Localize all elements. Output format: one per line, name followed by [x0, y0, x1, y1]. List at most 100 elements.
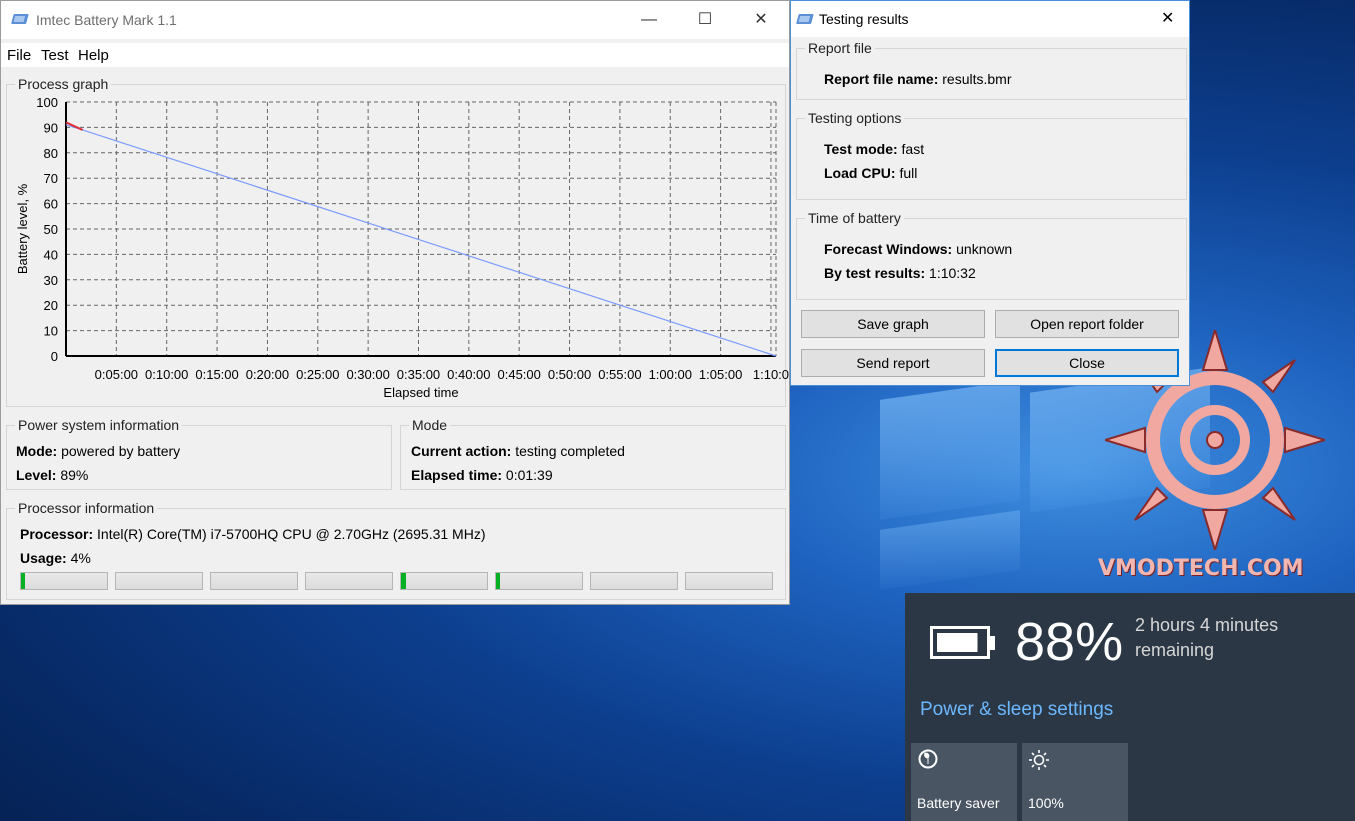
load-cpu-value: full	[899, 165, 918, 181]
y-tick-label: 60	[44, 197, 58, 212]
group-title: Power system information	[15, 417, 183, 433]
battery-icon	[930, 626, 995, 659]
x-tick-label: 1:00:00	[649, 367, 692, 382]
load-cpu-label: Load CPU:	[824, 165, 896, 181]
forecast-value: unknown	[956, 241, 1013, 257]
core-usage-bar	[305, 572, 393, 590]
y-tick-label: 90	[44, 120, 58, 135]
processor-row: Processor: Intel(R) Core(TM) i7-5700HQ C…	[20, 526, 485, 542]
core-usage-bar	[115, 572, 203, 590]
brightness-icon	[1029, 750, 1049, 770]
x-tick-label: 0:35:00	[397, 367, 440, 382]
y-tick-label: 40	[44, 247, 58, 262]
usage-row: Usage: 4%	[20, 550, 91, 566]
send-report-button[interactable]: Send report	[801, 349, 985, 377]
x-tick-label: 0:40:00	[447, 367, 490, 382]
x-tick-label: 0:25:00	[296, 367, 339, 382]
y-tick-label: 10	[44, 324, 58, 339]
power-level-label: Level:	[16, 467, 57, 483]
report-file-row: Report file name: results.bmr	[824, 71, 1011, 87]
core-usage-bar	[590, 572, 678, 590]
group-title: Time of battery	[805, 210, 904, 226]
power-mode-label: Mode:	[16, 443, 58, 459]
open-report-folder-button[interactable]: Open report folder	[995, 310, 1179, 338]
dialog-title: Testing results	[819, 11, 909, 27]
x-tick-label: 0:15:00	[195, 367, 238, 382]
core-usage-bar	[400, 572, 488, 590]
core-usage-bar	[685, 572, 773, 590]
elapsed-time-label: Elapsed time:	[411, 467, 503, 483]
core-usage-bar	[495, 572, 583, 590]
power-mode-row: Mode: powered by battery	[16, 443, 180, 459]
x-tick-label: 1:10:0	[753, 367, 789, 382]
forecast-row: Forecast Windows: unknown	[824, 241, 1012, 257]
battery-saver-label: Battery saver	[917, 795, 1000, 811]
x-axis-label: Elapsed time	[383, 385, 458, 400]
time-of-battery-group: Time of battery	[796, 210, 1187, 300]
dialog-title-bar[interactable]: Testing results ✕	[791, 1, 1189, 37]
y-tick-label: 80	[44, 146, 58, 161]
y-axis-label: Battery level, %	[15, 183, 30, 274]
test-mode-label: Test mode:	[824, 141, 898, 157]
x-tick-label: 1:05:00	[699, 367, 742, 382]
power-level-value: 89%	[60, 467, 89, 483]
leaf-icon	[918, 749, 938, 769]
processor-label: Processor:	[20, 526, 94, 542]
group-title: Report file	[805, 40, 875, 56]
dialog-close-icon[interactable]: ✕	[1161, 8, 1174, 28]
x-tick-label: 0:30:00	[346, 367, 389, 382]
core-usage-fill	[496, 573, 500, 589]
processor-value: Intel(R) Core(TM) i7-5700HQ CPU @ 2.70GH…	[97, 526, 486, 542]
testing-results-dialog: Testing results ✕ Report file Report fil…	[790, 0, 1190, 386]
watermark-text: VMODTECH.COM	[1098, 556, 1304, 581]
by-test-value: 1:10:32	[929, 265, 976, 281]
battery-mark-window: Imtec Battery Mark 1.1 — ☐ ✕ File Test H…	[0, 0, 790, 605]
by-test-label: By test results:	[824, 265, 926, 281]
core-usage-fill	[21, 573, 25, 589]
y-tick-label: 70	[44, 171, 58, 186]
core-usage-bar	[20, 572, 108, 590]
test-mode-value: fast	[901, 141, 925, 157]
power-mode-value: powered by battery	[61, 443, 181, 459]
forecast-label: Forecast Windows:	[824, 241, 953, 257]
group-title: Processor information	[15, 500, 158, 516]
load-cpu-row: Load CPU: full	[824, 165, 917, 181]
time-remaining-suffix: remaining	[1135, 640, 1215, 660]
test-mode-row: Test mode: fast	[824, 141, 924, 157]
y-tick-label: 100	[36, 95, 58, 110]
battery-level-line	[65, 124, 777, 357]
group-title: Testing options	[805, 110, 905, 126]
current-action-value: testing completed	[515, 443, 625, 459]
report-file-label: Report file name:	[824, 71, 939, 87]
brightness-label: 100%	[1028, 795, 1064, 811]
y-tick-label: 20	[44, 298, 58, 313]
y-tick-label: 50	[44, 222, 58, 237]
group-title: Mode	[409, 417, 451, 433]
x-tick-label: 0:50:00	[548, 367, 591, 382]
time-remaining: 2 hours 4 minutes	[1135, 615, 1279, 635]
windows-logo-light	[880, 380, 1020, 520]
battery-app-icon	[796, 14, 814, 24]
y-tick-label: 30	[44, 273, 58, 288]
usage-value: 4%	[70, 550, 91, 566]
battery-percent: 88%	[1015, 612, 1124, 672]
battery-saver-tile[interactable]: Battery saver	[911, 743, 1017, 821]
windows-logo-light	[880, 510, 1020, 590]
close-dialog-button[interactable]: Close	[995, 349, 1179, 377]
elapsed-time-row: Elapsed time: 0:01:39	[411, 467, 553, 483]
x-tick-label: 0:20:00	[246, 367, 289, 382]
core-usage-bar	[210, 572, 298, 590]
power-level-row: Level: 89%	[16, 467, 88, 483]
y-tick-label: 0	[51, 349, 58, 364]
save-graph-button[interactable]: Save graph	[801, 310, 985, 338]
x-tick-label: 0:05:00	[95, 367, 138, 382]
x-tick-label: 0:10:00	[145, 367, 188, 382]
power-sleep-settings-link[interactable]: Power & sleep settings	[920, 699, 1113, 721]
brightness-tile[interactable]: 100%	[1022, 743, 1128, 821]
report-file-value: results.bmr	[942, 71, 1012, 87]
x-tick-label: 0:45:00	[498, 367, 541, 382]
elapsed-time-value: 0:01:39	[505, 467, 553, 483]
testing-options-group: Testing options	[796, 110, 1187, 200]
current-action-row: Current action: testing completed	[411, 443, 625, 459]
core-usage-fill	[401, 573, 407, 589]
